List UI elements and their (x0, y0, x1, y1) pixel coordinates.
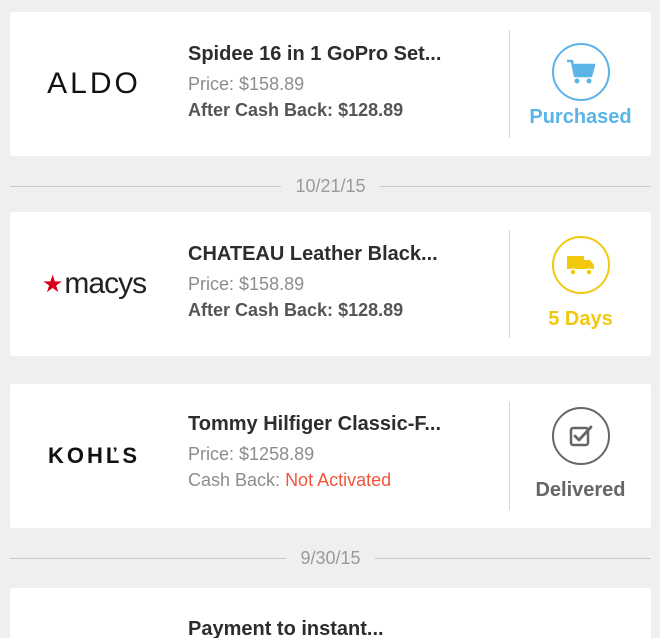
date-divider: 9/30/15 (10, 546, 651, 570)
cashback-status: Not Activated (285, 470, 392, 490)
order-title: Tommy Hilfiger Classic-F... (188, 413, 442, 435)
order-title: Payment to instant... (188, 618, 384, 638)
macys-logo: ★ macys (41, 267, 147, 300)
aldo-logo: ALDO (47, 67, 141, 100)
price-label: Price: (188, 444, 235, 464)
status-purchased[interactable]: Purchased (510, 12, 651, 156)
status-label: Purchased (529, 106, 632, 128)
price-label: Price: (188, 74, 235, 94)
price-label: Price: (188, 274, 235, 294)
date-divider: 10/21/15 (10, 174, 652, 198)
store-logo: ALDO (10, 12, 178, 156)
price-value: $158.89 (239, 274, 305, 294)
cashback-label: Cash Back: (188, 470, 281, 490)
order-card[interactable]: ★ macys CHATEAU Leather Black... Price: … (10, 212, 651, 356)
date-label: 10/21/15 (295, 175, 366, 196)
order-card[interactable]: Payment to instant... (10, 588, 651, 638)
truck-icon (551, 236, 610, 294)
status-delivered[interactable]: Delivered (510, 384, 651, 528)
cashback-label: After Cash Back: (188, 300, 334, 320)
store-logo: KOHĽS (10, 384, 178, 528)
checkbox-icon (551, 407, 610, 465)
star-icon: ★ (41, 270, 64, 298)
status-shipping[interactable]: 5 Days (510, 212, 651, 356)
cart-icon (551, 43, 610, 101)
price-value: $1258.89 (239, 444, 315, 464)
cashback-value: $128.89 (338, 300, 404, 320)
store-logo: ★ macys (10, 212, 178, 356)
cashback-label: After Cash Back: (188, 100, 334, 120)
status-label: Delivered (535, 479, 626, 501)
order-title: CHATEAU Leather Black... (188, 243, 438, 265)
price-value: $158.89 (239, 74, 305, 94)
status-label: 5 Days (548, 308, 613, 330)
kohls-logo: KOHĽS (48, 443, 140, 468)
order-card[interactable]: ALDO Spidee 16 in 1 GoPro Set... Price: … (10, 12, 651, 156)
order-title: Spidee 16 in 1 GoPro Set... (188, 43, 442, 65)
order-card[interactable]: KOHĽS Tommy Hilfiger Classic-F... Price:… (10, 384, 651, 528)
date-label: 9/30/15 (300, 547, 361, 568)
cashback-value: $128.89 (338, 100, 404, 120)
